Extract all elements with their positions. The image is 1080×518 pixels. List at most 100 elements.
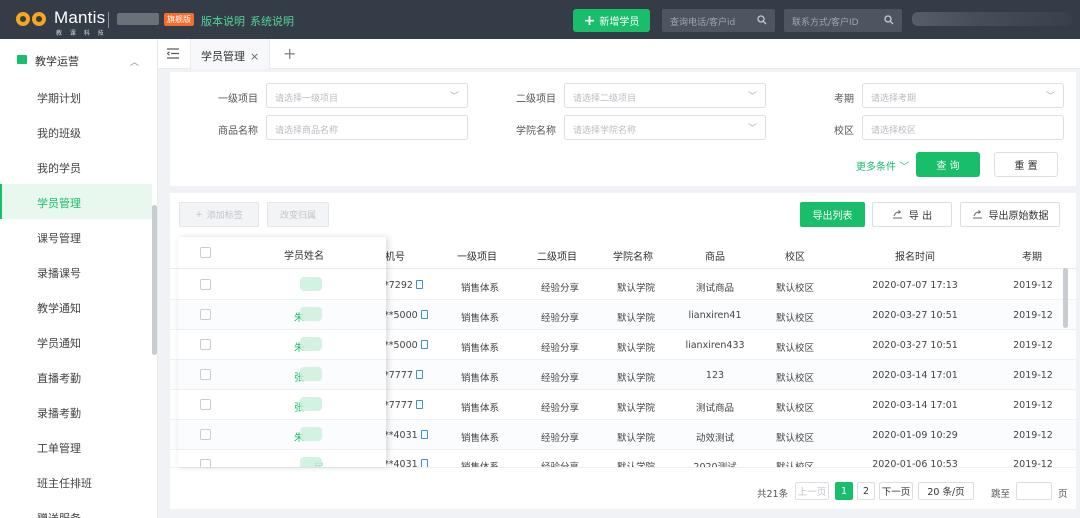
tab-student-management[interactable]: 学员管理 × [190, 39, 271, 69]
search-icon[interactable] [884, 15, 894, 25]
brand-name: Mantis [54, 8, 106, 27]
name-redacted [300, 277, 322, 291]
add-tab-icon[interactable]: + [283, 44, 296, 63]
product-cell: lianxiren433 [685, 340, 745, 351]
edition-badge: 旗舰版 [164, 13, 194, 26]
name-redacted [300, 457, 322, 467]
row-checkbox[interactable] [200, 369, 211, 380]
row-checkbox[interactable] [200, 279, 211, 290]
copy-icon[interactable] [415, 280, 423, 289]
term-cell: 2019-12 [1013, 430, 1053, 441]
college-select[interactable]: 请选择学院名称 ﹀ [564, 115, 766, 140]
row-checkbox[interactable] [200, 339, 211, 350]
change-owner-button[interactable]: 改变归属 [267, 202, 329, 227]
product-input[interactable]: 请选择商品名称 [266, 115, 468, 140]
sidebar-item-tutor-schedule[interactable]: 班主任排班 [0, 464, 152, 499]
sidebar-item-teaching-notices[interactable]: 教学通知 [0, 289, 152, 324]
copy-icon[interactable] [420, 459, 428, 467]
sidebar-item-student-management[interactable]: 学员管理 [0, 184, 152, 219]
phone-search-input[interactable]: 查询电话/客户id [662, 9, 775, 32]
copy-icon[interactable] [420, 340, 428, 349]
more-conditions-label: 更多条件 [856, 162, 896, 173]
close-icon[interactable]: × [250, 50, 259, 63]
prev-page-button[interactable]: 上一页 [795, 482, 829, 500]
sidebar-item-tickets[interactable]: 工单管理 [0, 429, 152, 464]
product-label: 商品名称 [218, 126, 258, 137]
level2-cell: 经验分享 [540, 403, 579, 414]
sidebar-item-my-students[interactable]: 我的学员 [0, 149, 152, 184]
table-scrollbar[interactable] [1063, 268, 1068, 328]
row-checkbox[interactable] [200, 309, 211, 320]
copy-icon[interactable] [415, 400, 423, 409]
level2-cell: 经验分享 [540, 313, 579, 324]
add-student-button[interactable]: + 新增学员 [573, 9, 650, 32]
sidebar-item-student-notices[interactable]: 学员通知 [0, 324, 152, 359]
sidebar-group-teaching-ops[interactable]: 教学运营 ︿ [0, 46, 152, 74]
next-page-button[interactable]: 下一页 [879, 482, 913, 500]
contact-search-input[interactable]: 联系方式/客户ID [784, 9, 902, 32]
name-cell-row: 张 [178, 390, 386, 420]
time-cell: 2020-03-14 17:01 [872, 400, 958, 411]
sidebar-item-recorded-codes[interactable]: 录播课号 [0, 254, 152, 289]
export-button[interactable]: 导 出 [872, 202, 952, 227]
jump-page-input[interactable] [1016, 482, 1052, 500]
query-button[interactable]: 查 询 [916, 152, 980, 177]
select-all-checkbox[interactable] [200, 247, 211, 258]
time-cell: 2020-03-27 10:51 [872, 340, 958, 351]
row-checkbox[interactable] [200, 399, 211, 410]
level2-placeholder: 请选择二级项目 [573, 94, 637, 104]
product-cell: 动效测试 [695, 433, 734, 444]
page-size-value: 20 条/页 [927, 487, 965, 498]
term-select[interactable]: 请选择考期 ﹀ [862, 83, 1064, 108]
sidebar-item-term-plan[interactable]: 学期计划 [0, 79, 152, 114]
name-cell-row: 朱 [178, 300, 386, 330]
campus-input[interactable]: 请选择校区 [862, 115, 1064, 140]
tab-bar: 学员管理 × + [158, 39, 1080, 69]
page-1-button[interactable]: 1 [835, 482, 853, 500]
system-notes-link[interactable]: 系统说明 [250, 13, 294, 29]
term-cell: 2019-12 [1013, 340, 1053, 351]
page-size-select[interactable]: 20 条/页 [918, 482, 974, 500]
sidebar-item-my-classes[interactable]: 我的班级 [0, 114, 152, 149]
reset-button[interactable]: 重 置 [994, 152, 1058, 177]
campus-cell: 默认校区 [775, 283, 814, 294]
row-checkbox[interactable] [200, 429, 211, 440]
sidebar-item-course-codes[interactable]: 课号管理 [0, 219, 152, 254]
phone-cell: **5000 [384, 310, 428, 321]
row-checkbox[interactable] [200, 459, 211, 467]
college-cell: 默认学院 [616, 462, 655, 468]
level1-cell: 销售体系 [460, 313, 499, 324]
sidebar-item-gift-services[interactable]: 赠送服务 [0, 499, 152, 518]
copy-icon[interactable] [420, 310, 428, 319]
level1-select[interactable]: 请选择一级项目 ﹀ [266, 83, 468, 108]
more-conditions-toggle[interactable]: 更多条件 ﹀ [856, 158, 909, 173]
college-label: 学院名称 [516, 126, 556, 137]
sidebar-item-live-attendance[interactable]: 直播考勤 [0, 359, 152, 394]
chevron-down-icon: ﹀ [747, 124, 757, 134]
name-cell-row: 张 [178, 360, 386, 390]
export-icon [892, 210, 902, 219]
sidebar-scrollbar[interactable] [152, 205, 157, 355]
menu-toggle-icon[interactable] [167, 48, 179, 59]
term-cell: 2019-12 [1013, 310, 1053, 321]
copy-icon[interactable] [415, 370, 423, 379]
term-placeholder: 请选择考期 [871, 94, 917, 104]
user-menu-redacted[interactable] [912, 12, 1072, 26]
copy-icon[interactable] [420, 430, 428, 439]
campus-cell: 默认校区 [775, 313, 814, 324]
name-cell-row: 朱 [178, 330, 386, 360]
college-cell: 默认学院 [616, 433, 655, 444]
export-list-button[interactable]: 导出列表 [800, 202, 865, 227]
term-cell: 2019-12 [1013, 400, 1053, 411]
col-college: 学院名称 [613, 252, 653, 263]
export-raw-button[interactable]: 导出原始数据 [960, 202, 1060, 227]
chevron-down-icon: ﹀ [449, 92, 459, 102]
add-tag-button[interactable]: + 添加标签 [179, 202, 259, 227]
search-icon[interactable] [757, 15, 767, 25]
name-redacted [300, 307, 322, 321]
level2-cell: 经验分享 [540, 433, 579, 444]
version-notes-link[interactable]: 版本说明 [201, 13, 245, 29]
page-2-button[interactable]: 2 [857, 482, 875, 500]
level2-select[interactable]: 请选择二级项目 ﹀ [564, 83, 766, 108]
sidebar-item-recorded-attendance[interactable]: 录播考勤 [0, 394, 152, 429]
